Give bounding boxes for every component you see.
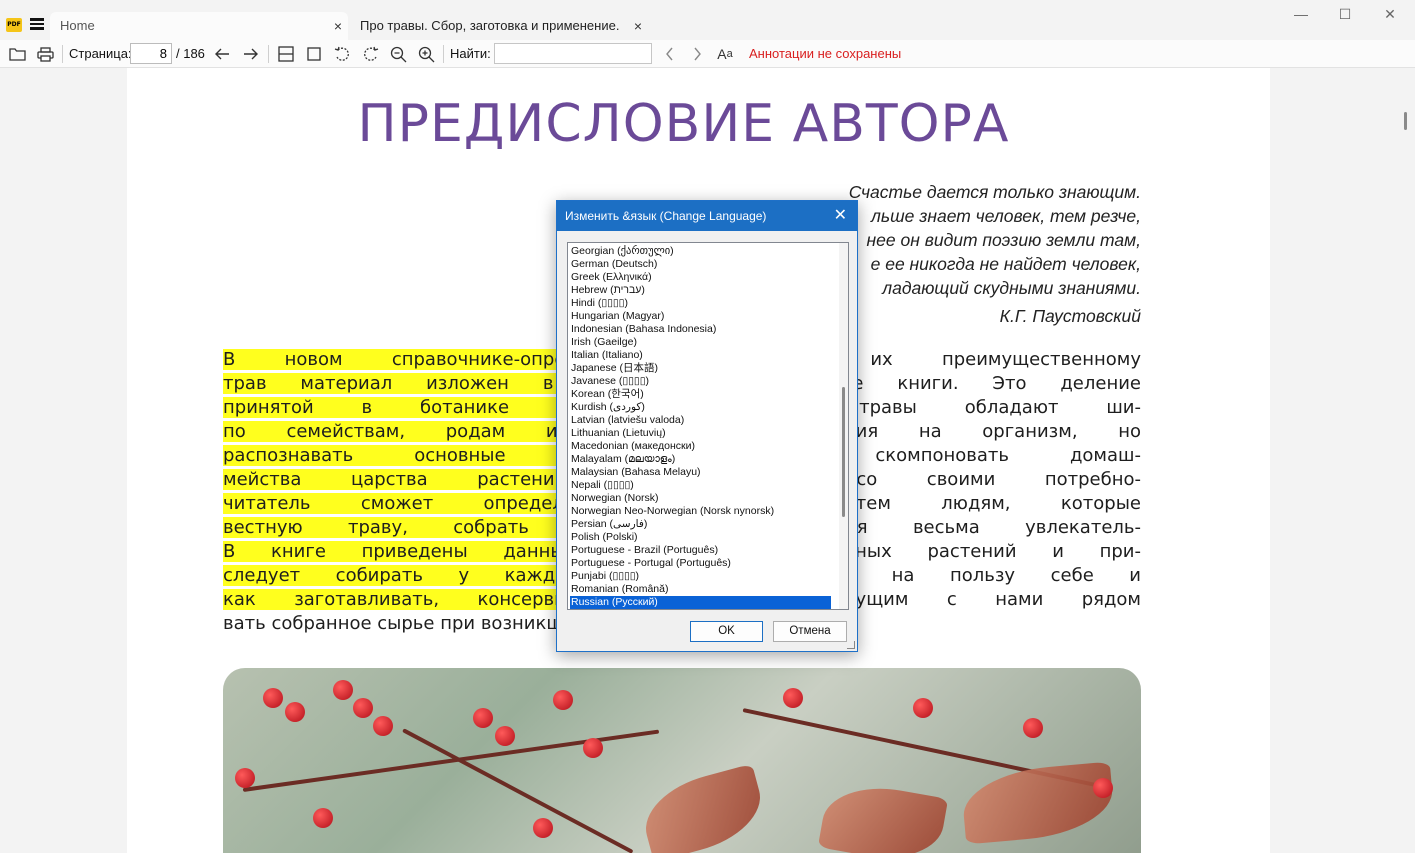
close-icon[interactable]: ✕ — [834, 201, 847, 231]
language-item[interactable]: Norwegian Neo-Norwegian (Norsk nynorsk) — [570, 505, 831, 518]
toolbar-separator — [268, 45, 269, 63]
minimize-button[interactable]: — — [1278, 6, 1324, 26]
tab-label: Home — [60, 18, 95, 33]
folder-open-icon[interactable] — [7, 44, 27, 64]
language-item[interactable]: Portuguese - Portugal (Português) — [570, 557, 831, 570]
arrow-left-icon[interactable] — [212, 44, 232, 64]
rotate-left-icon[interactable] — [332, 44, 352, 64]
highlighted-text[interactable]: как заготавливать, консервиро — [223, 589, 589, 610]
language-item[interactable]: Greek (Ελληνικά) — [570, 271, 831, 284]
photo-berry — [313, 808, 333, 828]
photo-berry — [373, 716, 393, 736]
language-item[interactable]: Hindi (▯▯▯▯) — [570, 297, 831, 310]
language-item[interactable]: Romanian (Română) — [570, 583, 831, 596]
language-item[interactable]: Polish (Polski) — [570, 531, 831, 544]
page-number-input[interactable]: 8 — [130, 43, 172, 64]
photo-berry — [473, 708, 493, 728]
language-item[interactable]: Japanese (日本語) — [570, 362, 831, 375]
language-item[interactable]: Hebrew (עברית) — [570, 284, 831, 297]
language-item[interactable]: Norwegian (Norsk) — [570, 492, 831, 505]
list-scroll-thumb[interactable] — [842, 387, 845, 517]
photo-berry — [583, 738, 603, 758]
page-label: Страница: — [69, 46, 132, 61]
photo-leaf — [960, 761, 1116, 845]
language-item[interactable]: Malaysian (Bahasa Melayu) — [570, 466, 831, 479]
photo-berry — [263, 688, 283, 708]
photo-berry — [353, 698, 373, 718]
language-item[interactable]: Javanese (▯▯▯▯) — [570, 375, 831, 388]
close-tab-icon[interactable]: × — [634, 12, 642, 40]
language-item[interactable]: Italian (Italiano) — [570, 349, 831, 362]
print-icon[interactable] — [35, 44, 55, 64]
dialog-title: Изменить &язык (Change Language) — [565, 209, 767, 223]
toolbar-separator — [443, 45, 444, 63]
toolbar-separator — [62, 45, 63, 63]
language-item[interactable]: Irish (Gaeilge) — [570, 336, 831, 349]
fit-page-icon[interactable] — [304, 44, 324, 64]
language-item[interactable]: Portuguese - Brazil (Português) — [570, 544, 831, 557]
language-item[interactable]: Kurdish (کوردی) — [570, 401, 831, 414]
language-item[interactable]: Macedonian (македонски) — [570, 440, 831, 453]
language-item[interactable]: Korean (한국어) — [570, 388, 831, 401]
language-item[interactable]: German (Deutsch) — [570, 258, 831, 271]
close-tab-icon[interactable]: × — [334, 12, 342, 40]
language-list[interactable]: Georgian (ქართული) German (Deutsch) Gree… — [567, 242, 849, 610]
language-item[interactable]: Hungarian (Magyar) — [570, 310, 831, 323]
dialog-title-bar: Изменить &язык (Change Language) ✕ — [557, 201, 857, 231]
rotate-right-icon[interactable] — [360, 44, 380, 64]
language-item[interactable]: Nepali (▯▯▯▯) — [570, 479, 831, 492]
prev-match-icon[interactable] — [659, 44, 679, 64]
find-label: Найти: — [450, 46, 491, 61]
language-item[interactable]: Latvian (latviešu valoda) — [570, 414, 831, 427]
photo-berry — [333, 680, 353, 700]
language-item-selected[interactable]: Russian (Русский) — [570, 596, 831, 609]
tab-book[interactable]: Про травы. Сбор, заготовка и применение.… — [350, 12, 648, 61]
photo-berry — [1023, 718, 1043, 738]
photo-leaf — [635, 763, 771, 853]
single-page-icon[interactable] — [276, 44, 296, 64]
close-window-button[interactable]: ✕ — [1367, 6, 1413, 26]
list-scrollbar[interactable] — [839, 243, 848, 609]
cancel-button[interactable]: Отмена — [773, 621, 847, 642]
photo-berry — [285, 702, 305, 722]
page-total: / 186 — [176, 46, 205, 61]
match-case-icon[interactable]: Aa — [715, 44, 735, 64]
language-item[interactable]: Georgian (ქართული) — [570, 245, 831, 258]
language-item[interactable]: Persian (فارسی) — [570, 518, 831, 531]
app-logo-icon: PDF — [6, 18, 22, 32]
photo-berry — [495, 726, 515, 746]
photo-berry — [533, 818, 553, 838]
viburnum-photo — [223, 668, 1141, 853]
toolbar: Страница: 8 / 186 Найти: Aa Аннотации не… — [0, 40, 1415, 68]
search-input[interactable] — [494, 43, 652, 64]
language-item[interactable]: Indonesian (Bahasa Indonesia) — [570, 323, 831, 336]
resize-grip-icon[interactable] — [847, 641, 855, 649]
photo-leaf — [817, 778, 949, 853]
page-heading: ПРЕДИСЛОВИЕ АВТОРА — [357, 94, 1010, 154]
photo-berry — [553, 690, 573, 710]
menu-icon[interactable] — [30, 18, 44, 30]
body-text-fragment: вать собранное сырье при возникш м» — [223, 613, 594, 634]
language-item[interactable]: Malayalam (മലയാളം) — [570, 453, 831, 466]
ok-button[interactable]: OK — [690, 621, 763, 642]
next-match-icon[interactable] — [687, 44, 707, 64]
photo-berry — [783, 688, 803, 708]
photo-berry — [913, 698, 933, 718]
photo-berry — [235, 768, 255, 788]
tab-home[interactable]: Home × — [50, 12, 348, 40]
title-bar: PDF Home × Про травы. Сбор, заготовка и … — [0, 0, 1415, 61]
change-language-dialog: Изменить &язык (Change Language) ✕ Georg… — [556, 200, 858, 652]
maximize-button[interactable]: ☐ — [1322, 6, 1368, 26]
language-item[interactable]: Lithuanian (Lietuvių) — [570, 427, 831, 440]
vertical-scrollbar[interactable] — [1404, 112, 1407, 130]
photo-berry — [1093, 778, 1113, 798]
arrow-right-icon[interactable] — [240, 44, 260, 64]
zoom-out-icon[interactable] — [388, 44, 408, 64]
language-item[interactable]: Punjabi (▯▯▯▯) — [570, 570, 831, 583]
annotation-status: Аннотации не сохранены — [749, 46, 902, 61]
zoom-in-icon[interactable] — [416, 44, 436, 64]
